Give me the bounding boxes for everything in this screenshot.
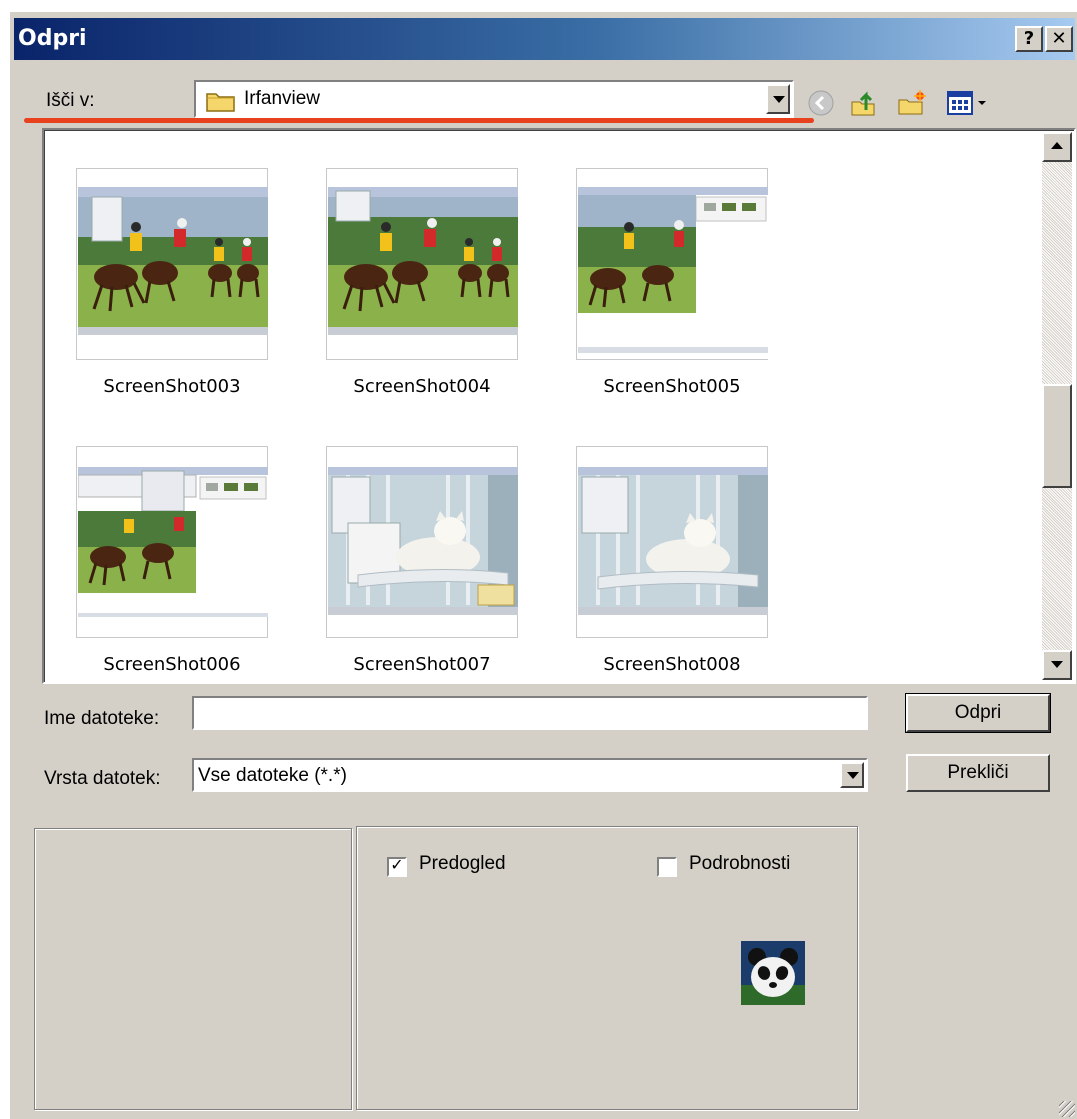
filetype-select[interactable]: Vse datoteke (*.*) xyxy=(192,758,868,792)
lookin-label: Išči v: xyxy=(46,90,95,111)
window-title: Odpri xyxy=(18,26,87,51)
folder-icon xyxy=(206,93,235,112)
thumbnail xyxy=(76,446,268,638)
file-name: ScreenShot008 xyxy=(603,654,741,675)
back-icon[interactable] xyxy=(806,88,836,118)
preview-panel xyxy=(34,828,352,1110)
file-item[interactable]: ScreenShot004 xyxy=(326,168,518,397)
scroll-down-button[interactable] xyxy=(1042,650,1072,680)
file-name: ScreenShot007 xyxy=(353,654,491,675)
lookin-value: Irfanview xyxy=(244,88,321,109)
title-bar[interactable]: Odpri ? ✕ xyxy=(14,18,1075,60)
thumbnail xyxy=(326,168,518,360)
preview-checkbox[interactable]: ✓ xyxy=(387,857,407,877)
file-item[interactable]: ScreenShot007 xyxy=(326,446,518,675)
panda-icon xyxy=(741,941,805,1005)
filetype-dropdown-button[interactable] xyxy=(840,762,864,788)
options-panel: ✓ Predogled Podrobnosti xyxy=(356,826,858,1110)
filename-label: Ime datoteke: xyxy=(44,708,160,729)
vertical-scrollbar[interactable] xyxy=(1042,132,1072,680)
scroll-thumb[interactable] xyxy=(1042,384,1072,488)
file-item[interactable]: ScreenShot006 xyxy=(76,446,268,675)
thumbnail xyxy=(76,168,268,360)
highlight-underline xyxy=(24,118,814,123)
file-name: ScreenShot004 xyxy=(353,376,491,397)
thumbnail xyxy=(326,446,518,638)
preview-label: Predogled xyxy=(419,853,506,874)
thumbnail xyxy=(576,446,768,638)
file-name: ScreenShot003 xyxy=(103,376,241,397)
view-menu-icon[interactable] xyxy=(946,88,990,118)
scroll-up-button[interactable] xyxy=(1042,132,1072,162)
file-item[interactable]: ScreenShot005 xyxy=(576,168,768,397)
filetype-label: Vrsta datotek: xyxy=(44,768,161,789)
file-name: ScreenShot006 xyxy=(103,654,241,675)
up-folder-icon[interactable] xyxy=(848,88,878,118)
filetype-value: Vse datoteke (*.*) xyxy=(198,765,347,786)
thumbnail xyxy=(576,168,768,360)
file-name: ScreenShot005 xyxy=(603,376,741,397)
details-checkbox[interactable] xyxy=(657,857,677,877)
resize-grip[interactable] xyxy=(1059,1101,1075,1117)
file-list[interactable]: ScreenShot003 ScreenShot004 ScreenShot00… xyxy=(42,128,1076,684)
filename-input[interactable] xyxy=(192,696,868,730)
lookin-combo[interactable]: Irfanview xyxy=(194,80,794,118)
cancel-button[interactable]: Prekliči xyxy=(906,754,1050,792)
lookin-dropdown-button[interactable] xyxy=(766,84,790,114)
help-button[interactable]: ? xyxy=(1015,26,1043,52)
new-folder-icon[interactable] xyxy=(896,88,928,118)
close-button[interactable]: ✕ xyxy=(1045,26,1073,52)
details-label: Podrobnosti xyxy=(689,853,791,874)
open-dialog: Odpri ? ✕ Išči v: Irfanview ScreenShot00… xyxy=(8,10,1077,1119)
file-item[interactable]: ScreenShot003 xyxy=(76,168,268,397)
file-item[interactable]: ScreenShot008 xyxy=(576,446,768,675)
open-button[interactable]: Odpri xyxy=(905,693,1051,733)
